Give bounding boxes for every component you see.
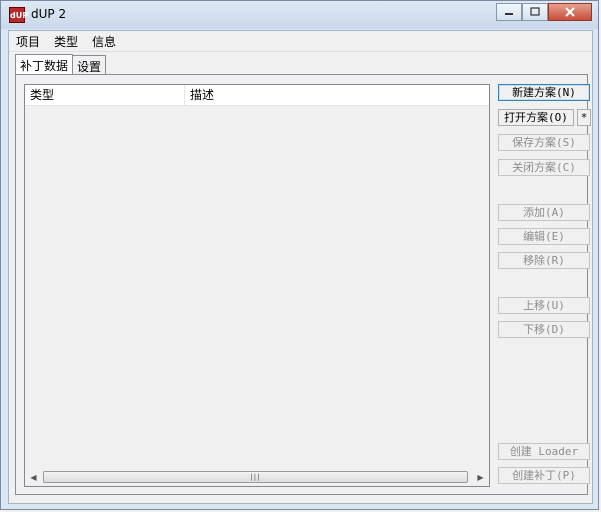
scroll-right-icon[interactable]: ▶ [472, 469, 489, 486]
client-area: 项目 类型 信息 补丁数据 设置 类型 描述 ◀ ||| ▶ 新建方案(N) 打… [8, 30, 593, 504]
menubar: 项目 类型 信息 [9, 31, 592, 52]
menu-type[interactable]: 类型 [47, 31, 85, 51]
titlebar[interactable]: dUP dUP 2 [1, 1, 598, 29]
scroll-left-icon[interactable]: ◀ [25, 469, 42, 486]
close-button[interactable] [548, 3, 592, 21]
app-window: dUP dUP 2 项目 类型 信息 补丁数据 设置 类型 描述 ◀ ||| ▶… [0, 0, 599, 510]
move-up-button[interactable]: 上移(U) [498, 297, 590, 314]
menu-info[interactable]: 信息 [85, 31, 123, 51]
move-down-button[interactable]: 下移(D) [498, 321, 590, 338]
tab-settings[interactable]: 设置 [72, 55, 107, 75]
window-controls [496, 3, 592, 23]
horizontal-scrollbar[interactable]: ◀ ||| ▶ [25, 469, 489, 486]
new-scheme-button[interactable]: 新建方案(N) [498, 84, 590, 101]
tab-panel: 类型 描述 ◀ ||| ▶ 新建方案(N) 打开方案(O) * 保存方案(S) … [15, 74, 591, 495]
edit-button[interactable]: 编辑(E) [498, 228, 590, 245]
column-type[interactable]: 类型 [25, 85, 185, 105]
list-header: 类型 描述 [25, 85, 489, 106]
remove-button[interactable]: 移除(R) [498, 252, 590, 269]
minimize-icon [505, 13, 513, 15]
create-loader-button[interactable]: 创建 Loader [498, 443, 590, 460]
open-scheme-button[interactable]: 打开方案(O) [498, 109, 574, 126]
create-patch-button[interactable]: 创建补丁(P) [498, 467, 590, 484]
menu-project[interactable]: 项目 [9, 31, 47, 51]
close-icon [565, 7, 575, 17]
save-scheme-button[interactable]: 保存方案(S) [498, 134, 590, 151]
window-title: dUP 2 [31, 7, 67, 21]
maximize-button[interactable] [522, 3, 548, 21]
app-icon: dUP [9, 7, 28, 23]
column-description[interactable]: 描述 [185, 85, 489, 105]
close-scheme-button[interactable]: 关闭方案(C) [498, 159, 590, 176]
maximize-icon [530, 7, 540, 16]
patch-list[interactable]: 类型 描述 ◀ ||| ▶ [24, 84, 490, 487]
minimize-button[interactable] [496, 3, 522, 21]
add-button[interactable]: 添加(A) [498, 204, 590, 221]
scroll-thumb[interactable]: ||| [43, 471, 468, 483]
star-button[interactable]: * [577, 109, 591, 126]
tab-strip: 补丁数据 设置 [15, 54, 107, 78]
